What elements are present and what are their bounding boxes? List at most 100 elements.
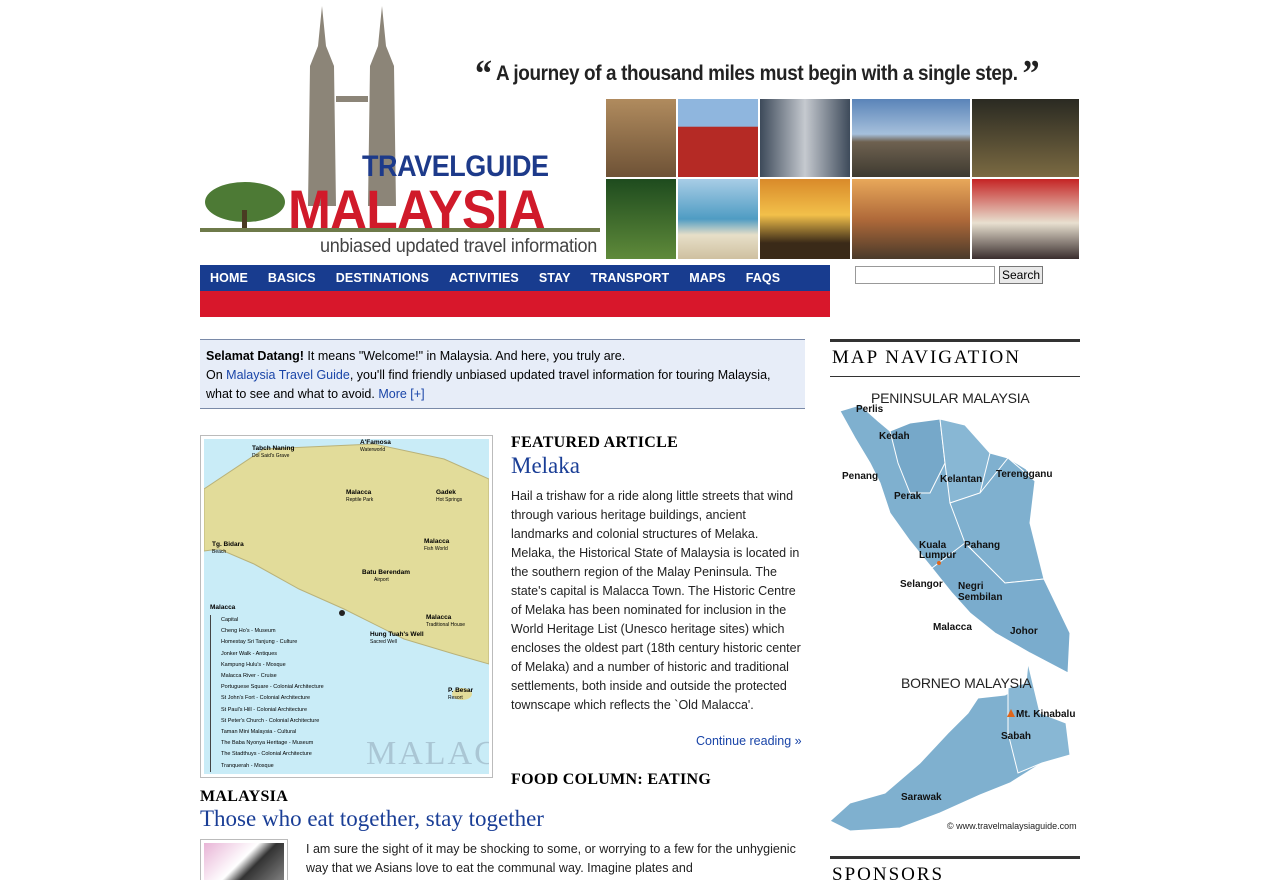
featured-body: Hail a trishaw for a ride along little s… — [511, 489, 801, 712]
state-perak[interactable]: Perak — [894, 491, 921, 502]
legend-item: Malacca River - Cruise — [210, 671, 324, 683]
map-sublabel-reptile: Reptile Park — [346, 497, 374, 503]
search-input[interactable] — [855, 266, 995, 284]
map-sublabel-bidara: Beach — [212, 549, 227, 555]
continue-reading-link[interactable]: Continue reading » — [696, 734, 802, 748]
collage-photo-buddha — [971, 98, 1080, 178]
open-quote-icon: “ — [475, 53, 492, 95]
collage-photo-sunset — [759, 178, 851, 260]
map-label-fish: Malacca — [424, 538, 450, 545]
state-perlis[interactable]: Perlis — [856, 404, 883, 415]
map-sublabel-gadek: Hot Springs — [436, 497, 463, 503]
map-sublabel-tabch: Dol Said's Grave — [252, 453, 290, 459]
nav-subbar — [200, 291, 830, 317]
nav-stay[interactable]: STAY — [539, 271, 571, 285]
quote-text: A journey of a thousand miles must begin… — [495, 62, 1018, 85]
logo-malaysia-text: MALAYSIA — [288, 178, 546, 241]
state-penang[interactable]: Penang — [842, 471, 878, 482]
map-label-afamosa: A'Famosa — [360, 439, 391, 446]
food-title-link[interactable]: Those who eat together, stay together — [200, 806, 544, 832]
more-link[interactable]: More [+] — [378, 387, 424, 401]
nav-home[interactable]: HOME — [210, 271, 248, 285]
close-quote-icon: ” — [1022, 53, 1040, 95]
main-nav: HOME BASICS DESTINATIONS ACTIVITIES STAY… — [200, 265, 830, 291]
peninsular-heading: PENINSULAR MALAYSIA — [871, 390, 1030, 406]
welcome-on: On — [206, 368, 227, 382]
nav-destinations[interactable]: DESTINATIONS — [336, 271, 429, 285]
collage-photo-twin-towers — [759, 98, 851, 178]
collage-photo-temple — [605, 98, 677, 178]
legend-item: Jonker Walk - Antiques — [210, 648, 324, 660]
map-navigation-heading: MAP NAVIGATION — [830, 339, 1080, 377]
melaka-map-thumbnail[interactable]: Tabch Naning Dol Said's Grave A'Famosa W… — [200, 435, 493, 778]
state-terengganu[interactable]: Terengganu — [996, 469, 1052, 480]
map-sublabel-afamosa: Waterworld — [360, 447, 386, 453]
legend-item: The Stadthuys - Colonial Architecture — [210, 749, 324, 761]
photo-collage — [605, 98, 1080, 260]
welcome-box: Selamat Datang! It means "Welcome!" in M… — [200, 339, 805, 409]
legend-item: Portuguese Square - Colonial Architectur… — [210, 682, 324, 694]
legend-item: Cheng Ho's - Museum — [210, 626, 324, 638]
featured-title-link[interactable]: Melaka — [511, 453, 580, 479]
map-legend: Capital Cheng Ho's - Museum Homestay Sri… — [210, 615, 324, 772]
sponsors-heading: SPONSORS — [830, 856, 1080, 880]
nav-maps[interactable]: MAPS — [689, 271, 726, 285]
state-kelantan[interactable]: Kelantan — [940, 474, 982, 485]
collage-photo-chinese-temple — [971, 178, 1080, 260]
welcome-greeting: Selamat Datang! — [206, 349, 304, 363]
collage-photo-jungle — [605, 178, 677, 260]
state-kuala-lumpur[interactable]: Kuala Lumpur — [919, 541, 959, 561]
site-link[interactable]: Malaysia Travel Guide — [226, 368, 350, 382]
nav-basics[interactable]: BASICS — [268, 271, 316, 285]
map-sublabel-traditional: Traditional House — [426, 622, 466, 628]
map-sublabel-pbesar: Resort — [448, 695, 463, 701]
tree-icon — [205, 182, 285, 232]
food-body: I am sure the sight of it may be shockin… — [306, 842, 796, 875]
legend-item: St Paul's Hill - Colonial Architecture — [210, 704, 324, 716]
map-label-reptile: Malacca — [346, 489, 372, 496]
search-button[interactable]: Search — [999, 266, 1043, 284]
map-label-tabch: Tabch Naning — [252, 445, 295, 452]
page: TRAVELGUIDE MALAYSIA unbiased updated tr… — [200, 0, 1080, 880]
map-sublabel-airport: Airport — [374, 577, 389, 583]
map-sublabel-fish: Fish World — [424, 546, 448, 552]
food-kicker: FOOD COLUMN: EATING — [511, 771, 712, 788]
legend-item: The Baba Nyonya Heritage - Museum — [210, 738, 324, 750]
site-banner[interactable]: TRAVELGUIDE MALAYSIA unbiased updated tr… — [200, 0, 1080, 262]
state-malacca[interactable]: Malacca — [933, 622, 972, 633]
nav-activities[interactable]: ACTIVITIES — [449, 271, 519, 285]
mt-kinabalu-label[interactable]: Mt. Kinabalu — [1016, 709, 1075, 720]
malaysia-map[interactable]: PENINSULAR MALAYSIA BORNEO MALAYSIA Perl… — [830, 383, 1080, 838]
map-label-airport: Batu Berendam — [362, 569, 411, 576]
state-sabah[interactable]: Sabah — [1001, 731, 1031, 742]
map-label-malacca: Malacca — [210, 604, 236, 611]
legend-item: St John's Fort - Colonial Architecture — [210, 693, 324, 705]
borneo-heading: BORNEO MALAYSIA — [901, 675, 1032, 691]
collage-photo-red-church — [677, 98, 759, 178]
state-kedah[interactable]: Kedah — [879, 431, 910, 442]
legend-item: Tranquerah - Mosque — [210, 760, 324, 772]
state-negri-sembilan[interactable]: Negri Sembilan — [958, 581, 1004, 603]
collage-photo-beach — [677, 178, 759, 260]
legend-item: Capital — [210, 615, 324, 627]
state-selangor[interactable]: Selangor — [900, 579, 943, 590]
food-thumbnail[interactable] — [200, 839, 288, 880]
map-label-bidara: Tg. Bidara — [212, 541, 244, 548]
map-label-traditional: Malacca — [426, 614, 452, 621]
state-pahang[interactable]: Pahang — [964, 540, 1000, 551]
map-label-hangtuah: Hung Tuah's Well — [370, 631, 424, 638]
map-label-pbesar: P. Besar — [448, 687, 474, 694]
nav-faqs[interactable]: FAQS — [746, 271, 780, 285]
legend-item: Homestay Sri Tanjung - Culture — [210, 637, 324, 649]
collage-photo-mountain — [851, 98, 971, 178]
state-johor[interactable]: Johor — [1010, 626, 1038, 637]
malaysia-map-shapes — [830, 404, 1071, 832]
site-tagline: unbiased updated travel information — [320, 236, 598, 257]
map-label-gadek: Gadek — [436, 489, 456, 496]
state-sarawak[interactable]: Sarawak — [901, 792, 942, 803]
nav-transport[interactable]: TRANSPORT — [591, 271, 670, 285]
legend-item: Kampung Hulu's - Mosque — [210, 659, 324, 672]
logo-divider — [200, 228, 600, 232]
melaka-map: Tabch Naning Dol Said's Grave A'Famosa W… — [204, 439, 489, 774]
map-copyright: © www.travelmalaysiaguide.com — [947, 821, 1077, 831]
